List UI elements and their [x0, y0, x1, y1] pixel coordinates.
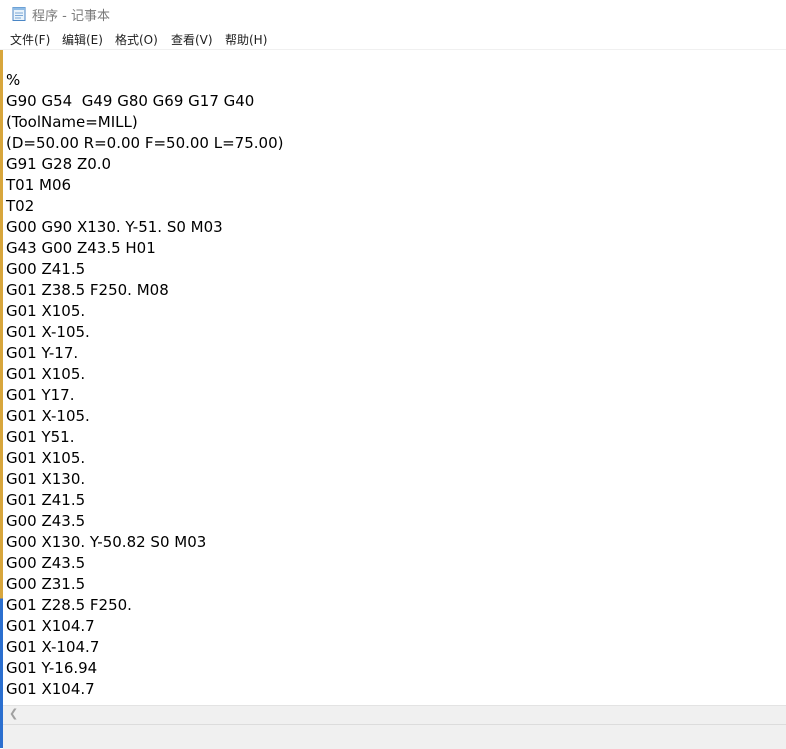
- menu-format[interactable]: 格式(O): [115, 31, 158, 48]
- text-line: G01 Y17.: [6, 386, 75, 404]
- text-line: G01 Z41.5: [6, 491, 86, 509]
- text-line: G00 X130. Y-50.82 S0 M03: [6, 533, 207, 551]
- text-line: G00 Z43.5: [6, 554, 86, 572]
- text-line: (ToolName=MILL): [6, 113, 138, 131]
- text-line: G91 G28 Z0.0: [6, 155, 112, 173]
- text-line: G01 Y-17.: [6, 344, 79, 362]
- text-line: G43 G00 Z43.5 H01: [6, 239, 156, 257]
- text-line: G01 X105.: [6, 365, 86, 383]
- text-line: G01 X104.7: [6, 680, 95, 698]
- menu-view[interactable]: 查看(V): [171, 31, 213, 48]
- text-line: G00 G90 X130. Y-51. S0 M03: [6, 218, 223, 236]
- text-line: G01 X-105.: [6, 407, 90, 425]
- window-title: 程序 - 记事本: [32, 9, 110, 24]
- text-editor[interactable]: % G90 G54 G49 G80 G69 G17 G40 (ToolName=MI…: [3, 50, 786, 705]
- text-line: G01 Z28.5 F250.: [6, 596, 132, 614]
- title-bar[interactable]: 程序 - 记事本: [0, 0, 786, 28]
- text-line: G00 Z31.5: [6, 575, 86, 593]
- text-line: G01 X-105.: [6, 323, 90, 341]
- text-line: (D=50.00 R=0.00 F=50.00 L=75.00): [6, 134, 284, 152]
- text-line: G01 Y51.: [6, 428, 75, 446]
- notepad-icon: [12, 6, 26, 21]
- menu-edit[interactable]: 编辑(E): [62, 31, 103, 48]
- text-line: G01 Z38.5 F250. M08: [6, 281, 169, 299]
- text-line: %: [6, 71, 21, 89]
- text-line: G01 X-104.7: [6, 638, 100, 656]
- horizontal-scrollbar[interactable]: ❮: [3, 705, 786, 725]
- text-line: G01 X130.: [6, 470, 86, 488]
- text-line: G01 X105.: [6, 302, 86, 320]
- chevron-left-icon[interactable]: ❮: [9, 707, 18, 720]
- menu-file[interactable]: 文件(F): [10, 31, 50, 48]
- menu-help[interactable]: 帮助(H): [225, 31, 267, 48]
- text-line: G00 Z43.5: [6, 512, 86, 530]
- text-line: G01 X105.: [6, 449, 86, 467]
- text-line: T01 M06: [6, 176, 72, 194]
- text-line: G01 Y-16.94: [6, 659, 98, 677]
- menu-bar: 文件(F) 编辑(E) 格式(O) 查看(V) 帮助(H): [0, 28, 786, 50]
- status-bar: [3, 724, 786, 749]
- text-line: G01 X104.7: [6, 617, 95, 635]
- text-line: G90 G54 G49 G80 G69 G17 G40: [6, 92, 255, 110]
- text-line: G00 Z41.5: [6, 260, 86, 278]
- text-line: T02: [6, 197, 35, 215]
